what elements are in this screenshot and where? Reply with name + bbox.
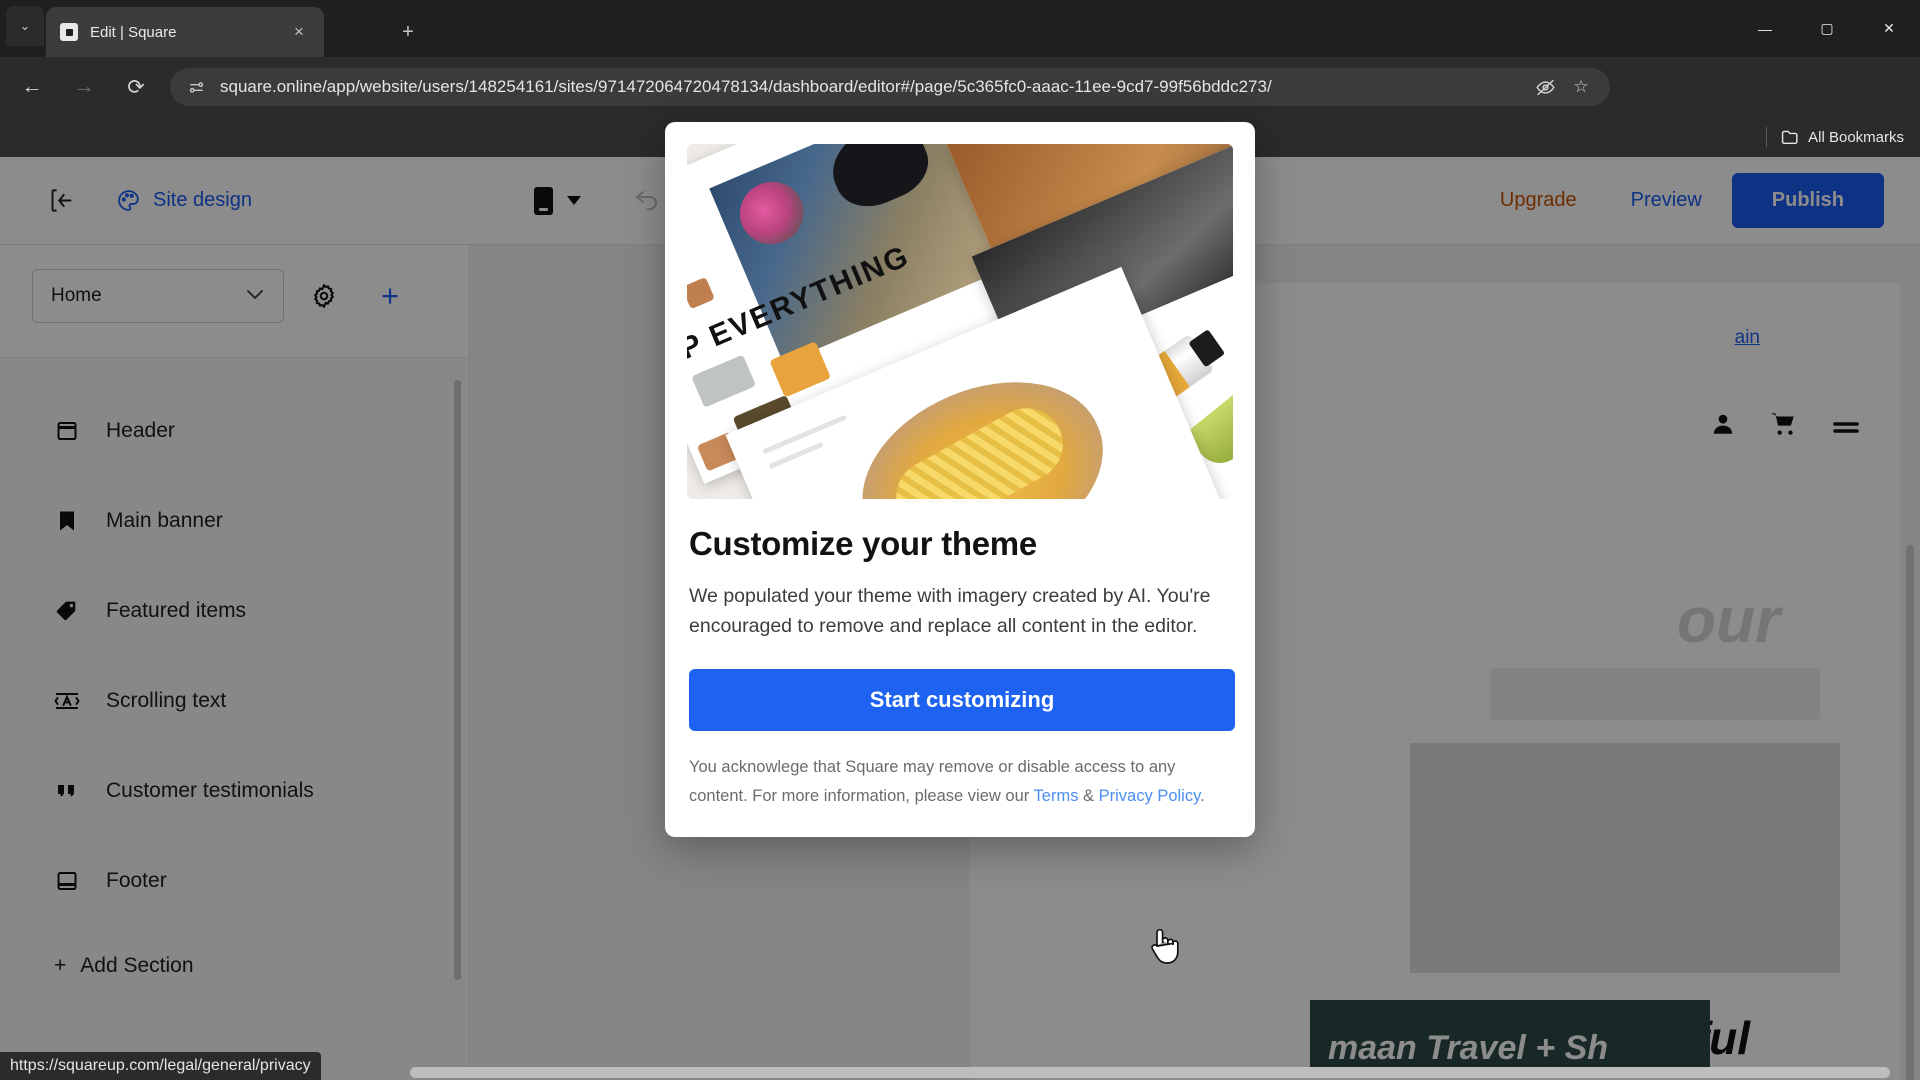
section-item-customer-testimonials[interactable]: Customer testimonials [0,746,469,836]
publish-button[interactable]: Publish [1731,173,1884,228]
page-selector[interactable]: Home [32,269,284,323]
browser-tab[interactable]: Edit | Square × [46,7,324,57]
plus-icon: + [54,954,67,977]
editor-left-panel: Home + Header Main banner Featured items… [0,245,470,1080]
window-controls: — ▢ ✕ [1734,0,1920,57]
page-controls: Home + [0,245,469,341]
header-block-icon [54,418,80,444]
hero-heading-fragment: our [1676,584,1780,656]
reload-icon[interactable]: ⟳ [116,67,156,107]
chevron-down-icon [567,196,581,205]
divider [1766,127,1768,147]
browser-toolbar: ← → ⟳ square.online/app/website/users/14… [0,57,1920,161]
all-bookmarks-button[interactable]: All Bookmarks [1781,129,1904,146]
start-customizing-button[interactable]: Start customizing [689,669,1235,732]
tag-icon [54,598,80,624]
add-page-button[interactable]: + [364,270,416,322]
section-label: Featured items [106,599,247,622]
site-design-button[interactable]: Site design [92,174,276,228]
period: . [1200,787,1205,806]
close-icon[interactable]: × [288,21,310,43]
section-item-scrolling-text[interactable]: Scrolling text [0,656,469,746]
site-design-label: Site design [153,189,252,211]
section-label: Header [106,419,175,442]
section-list: Header Main banner Featured items Scroll… [0,358,469,978]
hero-image-block [1410,743,1840,973]
horizontal-scrollbar[interactable] [410,1067,1890,1078]
panel-collapse-icon [51,189,71,212]
chevron-down-icon: ⌄ [19,18,31,33]
new-tab-button[interactable]: + [392,16,424,48]
collapse-panel-button[interactable] [30,174,92,228]
url-text: square.online/app/website/users/14825416… [220,77,1272,96]
undo-icon [633,186,663,216]
page-info-icon[interactable] [184,75,208,99]
status-bar: https://squareup.com/legal/general/priva… [0,1052,321,1080]
section-item-main-banner[interactable]: Main banner [0,476,469,566]
modal-description: We populated your theme with imagery cre… [689,585,1211,638]
section-label: Scrolling text [106,689,227,712]
collage-artwork: OP EVERYTHING Most Popular [687,144,1233,499]
page-settings-button[interactable] [298,270,350,322]
marquee-text-icon [54,688,80,714]
screen: ⌄ Edit | Square × + — ▢ ✕ ← → ⟳ square.o… [0,0,1920,1080]
add-section-label: Add Section [80,954,194,977]
canvas-scrollbar[interactable] [1906,545,1914,1080]
page-selector-value: Home [51,285,102,306]
minimize-button[interactable]: — [1734,0,1796,57]
back-icon[interactable]: ← [12,67,52,107]
promo-banner-text: maan Travel + Sh [1328,1029,1609,1067]
bookmark-icon [54,508,80,534]
upgrade-button[interactable]: Upgrade [1476,177,1601,224]
device-preview-selector[interactable] [520,178,595,224]
section-item-header[interactable]: Header [0,386,469,476]
all-bookmarks-label: All Bookmarks [1808,128,1904,146]
privacy-policy-link[interactable]: Privacy Policy [1099,787,1200,805]
close-window-button[interactable]: ✕ [1858,0,1920,57]
site-nav-icons [1710,411,1860,444]
bookmark-star-icon[interactable]: ☆ [1566,72,1596,102]
sections-panel: Header Main banner Featured items Scroll… [0,357,469,1080]
chevron-down-icon [245,288,265,305]
menu-icon[interactable] [1832,412,1860,443]
modal-fine-print: You acknowlege that Square may remove or… [689,753,1231,837]
omnibox-actions: ☆ [1530,72,1596,102]
modal-body: Customize your theme We populated your t… [687,499,1235,837]
forward-icon: → [73,75,95,98]
promo-banner: maan Travel + Sh [1310,1000,1710,1070]
maximize-button[interactable]: ▢ [1796,0,1858,57]
account-icon[interactable] [1710,411,1736,444]
browser-tab-strip: ⌄ Edit | Square × + — ▢ ✕ [0,0,1920,57]
square-logo-icon [60,23,78,41]
terms-link[interactable]: Terms [1034,787,1079,805]
section-item-featured-items[interactable]: Featured items [0,566,469,656]
section-label: Customer testimonials [106,779,314,802]
editor-actions: Upgrade Preview Publish [1476,173,1884,228]
customize-theme-modal: OP EVERYTHING Most Popular Customiz [665,122,1255,838]
eye-off-icon[interactable] [1530,72,1560,102]
modal-title: Customize your theme [689,525,1037,562]
gear-icon [313,283,335,309]
cart-icon[interactable] [1770,411,1798,444]
mobile-device-icon [534,186,553,215]
hero-input-placeholder[interactable] [1490,668,1820,720]
domain-link[interactable]: ain [1735,327,1760,349]
ampersand: & [1078,787,1099,806]
palette-icon [118,190,139,211]
folder-icon [1782,130,1798,145]
add-section-button[interactable]: + Add Section [0,926,469,978]
theme-collage-image: OP EVERYTHING Most Popular [687,144,1233,499]
tab-search-icon[interactable]: ⌄ [6,6,44,46]
section-label: Footer [106,869,167,892]
quote-icon [54,778,80,804]
footer-block-icon [54,868,80,894]
tab-title: Edit | Square [90,23,177,41]
section-item-footer[interactable]: Footer [0,836,469,926]
preview-button[interactable]: Preview [1607,177,1726,224]
address-bar[interactable]: square.online/app/website/users/14825416… [170,68,1610,106]
section-label: Main banner [106,509,223,532]
sections-scrollbar[interactable] [454,380,461,980]
